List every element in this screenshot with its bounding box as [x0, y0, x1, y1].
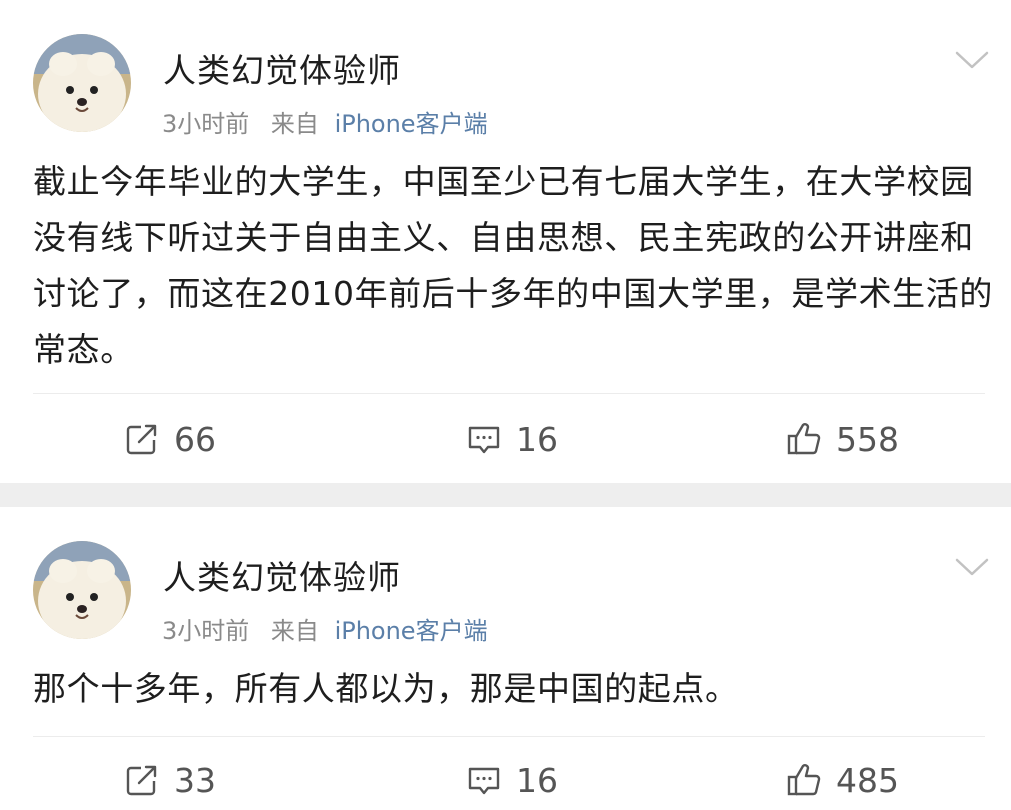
comment-icon — [468, 767, 500, 795]
pomeranian-dog-avatar-icon — [33, 541, 131, 639]
comment-button[interactable]: 16 — [466, 409, 558, 469]
repost-count: 66 — [174, 419, 216, 459]
comment-count: 16 — [516, 419, 558, 459]
post-text: 那个十多年，所有人都以为，那是中国的起点。 — [33, 669, 739, 708]
source-link[interactable]: iPhone客户端 — [335, 617, 488, 645]
feed-separator — [0, 483, 1011, 507]
source-prefix: 来自 — [270, 617, 319, 645]
avatar[interactable] — [33, 34, 131, 132]
username[interactable]: 人类幻觉体验师 — [163, 44, 401, 92]
comment-button[interactable]: 16 — [466, 750, 558, 810]
thumbs-up-icon — [787, 423, 821, 455]
source-prefix: 来自 — [270, 110, 319, 138]
avatar[interactable] — [33, 541, 131, 639]
action-bar: 66 16 558 — [0, 409, 1011, 469]
username[interactable]: 人类幻觉体验师 — [163, 551, 401, 599]
repost-icon — [126, 424, 157, 455]
comment-icon — [468, 426, 500, 454]
repost-count: 33 — [174, 760, 216, 800]
chevron-down-icon[interactable] — [954, 48, 990, 72]
like-button[interactable]: 485 — [786, 750, 899, 810]
thumbs-up-icon — [787, 764, 821, 796]
action-bar: 33 16 485 — [0, 750, 1011, 810]
comment-count: 16 — [516, 760, 558, 800]
source-link[interactable]: iPhone客户端 — [335, 110, 488, 138]
repost-icon — [126, 765, 157, 796]
post-meta: 3小时前 来自 iPhone客户端 — [162, 611, 488, 646]
post-text: 截止今年毕业的大学生，中国至少已有七届大学生，在大学校园没有线下听过关于自由主义… — [33, 162, 993, 369]
repost-button[interactable]: 33 — [124, 750, 216, 810]
like-count: 558 — [836, 419, 899, 459]
pomeranian-dog-avatar-icon — [33, 34, 131, 132]
divider — [33, 736, 985, 737]
weibo-post: 人类幻觉体验师 3小时前 来自 iPhone客户端 那个十多年，所有人都以为，那… — [0, 507, 1011, 810]
divider — [33, 393, 985, 394]
weibo-post: 人类幻觉体验师 3小时前 来自 iPhone客户端 截止今年毕业的大学生，中国至… — [0, 0, 1011, 483]
post-time: 3小时前 — [162, 110, 250, 138]
like-button[interactable]: 558 — [786, 409, 899, 469]
repost-button[interactable]: 66 — [124, 409, 216, 469]
post-meta: 3小时前 来自 iPhone客户端 — [162, 104, 488, 139]
post-time: 3小时前 — [162, 617, 250, 645]
like-count: 485 — [836, 760, 899, 800]
chevron-down-icon[interactable] — [954, 555, 990, 579]
